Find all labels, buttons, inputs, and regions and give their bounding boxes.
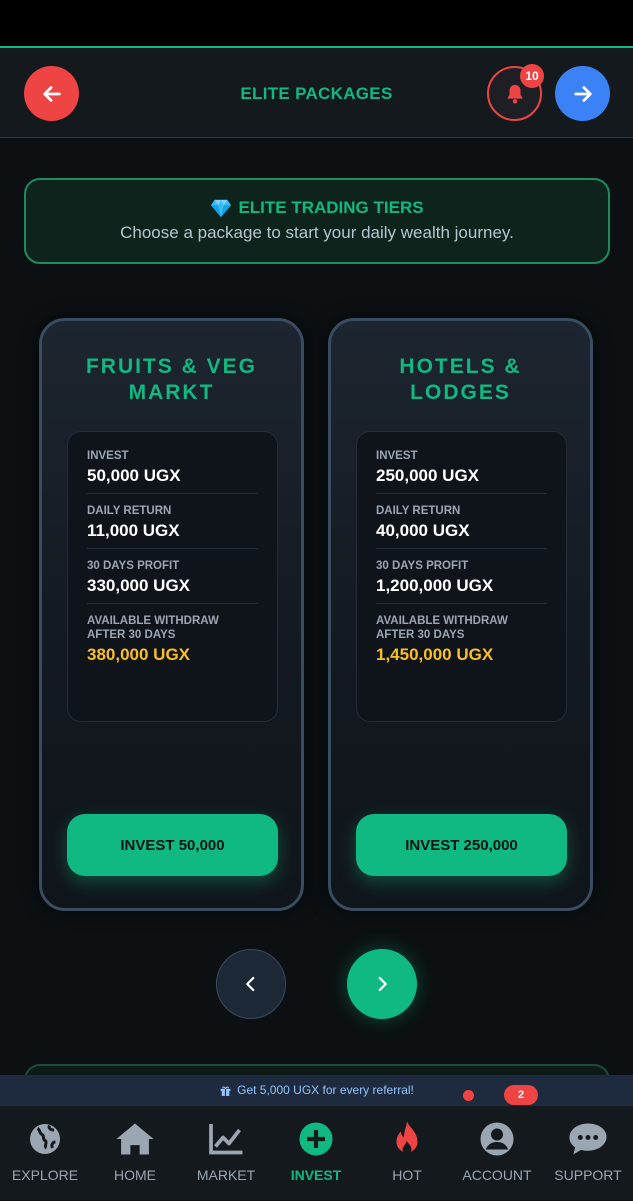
arrow-right-icon <box>573 85 592 102</box>
notification-dot <box>463 1090 474 1101</box>
chevron-left-icon <box>246 976 255 992</box>
plus-circle-icon <box>299 1122 333 1156</box>
bottom-navigation: EXPLORE HOME MARKET INVEST HOT ACCOUNT S… <box>0 1105 633 1200</box>
invest-stat: INVEST 250,000 UGX <box>376 449 547 494</box>
fire-icon <box>396 1121 418 1154</box>
chat-icon <box>569 1123 607 1155</box>
package-stats: INVEST 250,000 UGX DAILY RETURN 40,000 U… <box>356 431 567 722</box>
bell-icon <box>507 84 522 104</box>
user-circle-icon <box>480 1122 514 1156</box>
withdraw-stat: AVAILABLE WITHDRAW AFTER 30 DAYS 1,450,0… <box>376 615 508 664</box>
referral-text: Get 5,000 UGX for every referral! <box>237 1083 414 1097</box>
forward-button[interactable] <box>555 66 610 121</box>
chart-line-icon <box>209 1124 243 1155</box>
invest-button[interactable]: INVEST 50,000 <box>67 814 278 876</box>
globe-icon <box>30 1124 60 1154</box>
referral-banner[interactable]: Get 5,000 UGX for every referral! <box>0 1075 633 1105</box>
carousel-next-button[interactable] <box>347 949 417 1019</box>
referral-badge: 2 <box>504 1085 538 1105</box>
status-bar <box>0 0 633 46</box>
package-title: HOTELS & LODGES <box>399 355 522 404</box>
invest-button[interactable]: INVEST 250,000 <box>356 814 567 876</box>
package-title: FRUITS & VEG MARKT <box>85 355 257 404</box>
invest-stat: INVEST 50,000 UGX <box>87 449 258 494</box>
gift-icon <box>220 1085 231 1096</box>
package-card-fruits-veg: FRUITS & VEG MARKT INVEST 50,000 UGX DAI… <box>39 318 304 911</box>
nav-hot[interactable]: HOT <box>362 1106 452 1201</box>
notifications-button[interactable]: 10 <box>487 64 544 121</box>
package-card-hotels-lodges: HOTELS & LODGES INVEST 250,000 UGX DAILY… <box>328 318 593 911</box>
nav-support[interactable]: SUPPORT <box>543 1106 633 1201</box>
daily-return-stat: DAILY RETURN 40,000 UGX <box>376 504 547 549</box>
chevron-right-icon <box>378 976 387 992</box>
nav-account[interactable]: ACCOUNT <box>452 1106 542 1201</box>
banner-subtitle: Choose a package to start your daily wea… <box>120 223 514 242</box>
nav-home[interactable]: HOME <box>90 1106 180 1201</box>
nav-invest[interactable]: INVEST <box>271 1106 361 1201</box>
notification-badge: 10 <box>520 64 544 88</box>
profit-stat: 30 DAYS PROFIT 330,000 UGX <box>87 559 258 604</box>
diamond-icon <box>211 199 232 218</box>
profit-stat: 30 DAYS PROFIT 1,200,000 UGX <box>376 559 547 604</box>
nav-explore[interactable]: EXPLORE <box>0 1106 90 1201</box>
daily-return-stat: DAILY RETURN 11,000 UGX <box>87 504 258 549</box>
banner-title: ELITE TRADING TIERS <box>238 198 424 217</box>
carousel-prev-button[interactable] <box>216 949 286 1019</box>
package-stats: INVEST 50,000 UGX DAILY RETURN 11,000 UG… <box>67 431 278 722</box>
app-header: ELITE PACKAGES 10 <box>0 46 633 138</box>
home-icon <box>116 1123 154 1155</box>
tier-banner: ELITE TRADING TIERS Choose a package to … <box>24 178 610 264</box>
nav-market[interactable]: MARKET <box>181 1106 271 1201</box>
withdraw-stat: AVAILABLE WITHDRAW AFTER 30 DAYS 380,000… <box>87 615 219 664</box>
